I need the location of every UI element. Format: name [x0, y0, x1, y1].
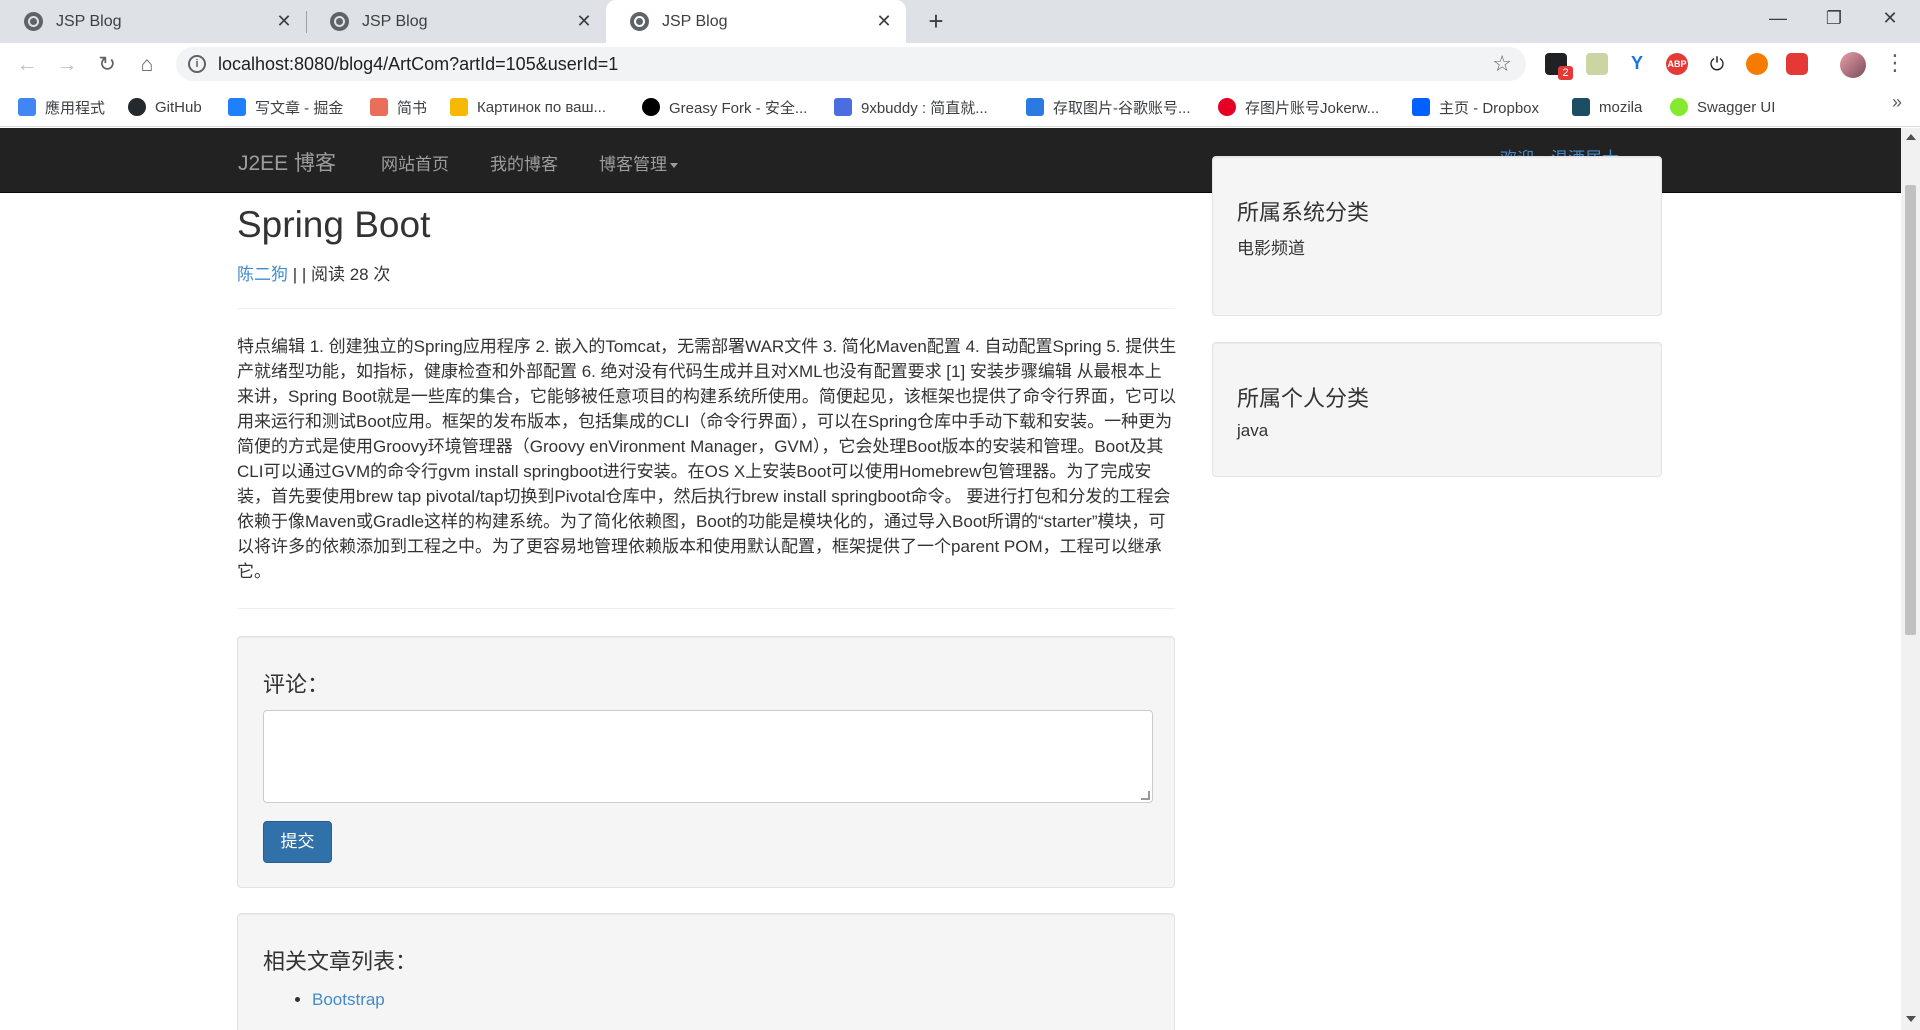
comment-label: 评论： — [263, 672, 330, 697]
globe-icon — [24, 12, 43, 31]
chevron-down-icon — [670, 163, 678, 169]
scrollbar-thumb[interactable] — [1905, 185, 1916, 635]
image-icon — [450, 98, 468, 116]
info-icon[interactable]: i — [188, 55, 206, 73]
bookmark-apps[interactable]: 應用程式 — [18, 96, 105, 118]
orange-extension-icon[interactable] — [1746, 53, 1768, 75]
scroll-up-icon[interactable] — [1906, 134, 1916, 140]
forward-icon[interactable]: → — [52, 50, 82, 80]
divider — [237, 308, 1175, 309]
close-window-icon[interactable]: ✕ — [1862, 0, 1918, 38]
doc-icon — [834, 98, 852, 116]
tab-title: JSP Blog — [662, 12, 728, 30]
page-scrollbar[interactable] — [1901, 128, 1920, 1030]
nav-my-blog[interactable]: 我的博客 — [490, 150, 558, 175]
comment-textarea[interactable] — [263, 710, 1153, 803]
address-bar[interactable]: i localhost:8080/blog4/ArtCom?artId=105&… — [176, 47, 1526, 81]
system-category-value: 电影频道 — [1237, 239, 1305, 258]
ibb-icon — [1026, 98, 1044, 116]
url-text: localhost:8080/blog4/ArtCom?artId=105&us… — [218, 54, 619, 74]
related-panel: 相关文章列表： Bootstrap — [237, 913, 1175, 1030]
back-icon[interactable]: ← — [12, 50, 42, 80]
extension-badge: 2 — [1558, 66, 1573, 80]
browser-tab-strip: JSP Blog ✕ JSP Blog ✕ JSP Blog ✕ + — ❐ ✕ — [0, 0, 1920, 43]
divider — [237, 608, 1175, 609]
bookmark-mozila[interactable]: mozila — [1572, 96, 1642, 118]
browser-tab-active[interactable]: JSP Blog ✕ — [606, 0, 906, 43]
jianshu-icon — [370, 98, 388, 116]
system-category-panel: 所属系统分类 电影频道 — [1212, 156, 1662, 316]
comment-panel: 评论： 提交 — [237, 636, 1175, 888]
close-tab-icon[interactable]: ✕ — [874, 11, 894, 31]
image-extension-icon[interactable] — [1586, 53, 1608, 75]
bookmark-9xbuddy[interactable]: 9xbuddy : 简直就... — [834, 96, 988, 118]
article-author[interactable]: 陈二狗 — [237, 265, 288, 284]
site-brand[interactable]: J2EE 博客 — [238, 147, 336, 177]
scroll-down-icon[interactable] — [1906, 1016, 1916, 1022]
article-stats: | | 阅读 28 次 — [288, 265, 391, 284]
power-icon[interactable]: ⏻ — [1706, 53, 1728, 75]
profile-avatar[interactable] — [1840, 52, 1866, 78]
browser-tab[interactable]: JSP Blog ✕ — [0, 0, 306, 43]
swagger-icon — [1670, 98, 1688, 116]
bookmarks-bar: 應用程式 GitHub 写文章 - 掘金 简书 Картинок по ваш.… — [0, 86, 1920, 127]
juejin-icon — [228, 98, 246, 116]
article-title: Spring Boot — [237, 204, 431, 245]
video-extension-icon[interactable] — [1786, 53, 1808, 75]
restore-icon[interactable]: ❐ — [1806, 0, 1862, 38]
page-viewport: J2EE 博客 网站首页 我的博客 博客管理 欢迎，温酒居士 Spring Bo… — [0, 128, 1920, 1030]
bookmark-swagger[interactable]: Swagger UI — [1670, 96, 1775, 118]
submit-button[interactable]: 提交 — [263, 821, 332, 863]
globe-icon — [330, 12, 349, 31]
related-article-link[interactable]: Bootstrap — [312, 990, 385, 1009]
related-list: Bootstrap — [312, 990, 385, 1010]
personal-category-value: java — [1237, 421, 1269, 440]
article-body: 特点编辑 1. 创建独立的Spring应用程序 2. 嵌入的Tomcat，无需部… — [237, 337, 1177, 581]
browser-menu-icon[interactable]: ⋮ — [1884, 50, 1906, 76]
adblock-icon[interactable]: ABP — [1666, 53, 1688, 75]
bookmark-ibb[interactable]: 存取图片-谷歌账号... — [1026, 96, 1191, 118]
bookmark-pinterest[interactable]: 存图片账号Jokerw... — [1218, 96, 1379, 118]
home-icon[interactable]: ⌂ — [132, 50, 162, 80]
related-label: 相关文章列表： — [263, 949, 418, 974]
bookmark-images[interactable]: Картинок по ваш... — [450, 96, 606, 118]
bookmark-greasyfork[interactable]: Greasy Fork - 安全... — [642, 96, 807, 118]
personal-category-title: 所属个人分类 — [1237, 386, 1370, 411]
browser-toolbar: ← → ↻ ⌂ i localhost:8080/blog4/ArtCom?ar… — [0, 43, 1920, 86]
reload-icon[interactable]: ↻ — [92, 50, 122, 80]
close-tab-icon[interactable]: ✕ — [574, 11, 594, 31]
dropbox-icon — [1412, 98, 1430, 116]
tab-title: JSP Blog — [362, 12, 428, 30]
globe-icon — [630, 12, 649, 31]
minimize-icon[interactable]: — — [1750, 0, 1806, 38]
bookmark-dropbox[interactable]: 主页 - Dropbox — [1412, 96, 1539, 118]
article-meta: 陈二狗 | | 阅读 28 次 — [237, 260, 390, 285]
bookmarks-overflow-icon[interactable]: » — [1892, 92, 1902, 113]
tab-title: JSP Blog — [56, 12, 122, 30]
resize-handle[interactable] — [1141, 791, 1150, 800]
personal-category-panel: 所属个人分类 java — [1212, 342, 1662, 477]
apps-grid-icon — [18, 98, 36, 116]
bookmark-jianshu[interactable]: 简书 — [370, 96, 427, 118]
nav-blog-admin[interactable]: 博客管理 — [599, 150, 678, 175]
greasyfork-icon — [642, 98, 660, 116]
github-icon — [128, 98, 146, 116]
close-tab-icon[interactable]: ✕ — [274, 11, 294, 31]
new-tab-button[interactable]: + — [922, 8, 950, 36]
bookmark-star-icon[interactable]: ☆ — [1492, 51, 1512, 77]
mozilla-icon — [1572, 98, 1590, 116]
system-category-title: 所属系统分类 — [1237, 200, 1370, 225]
bookmark-juejin[interactable]: 写文章 - 掘金 — [228, 96, 343, 118]
vimium-icon[interactable]: Y — [1626, 53, 1648, 75]
browser-tab[interactable]: JSP Blog ✕ — [306, 0, 606, 43]
bookmark-github[interactable]: GitHub — [128, 96, 202, 118]
pinterest-icon — [1218, 98, 1236, 116]
nav-home[interactable]: 网站首页 — [381, 150, 449, 175]
list-item: Bootstrap — [312, 990, 385, 1010]
